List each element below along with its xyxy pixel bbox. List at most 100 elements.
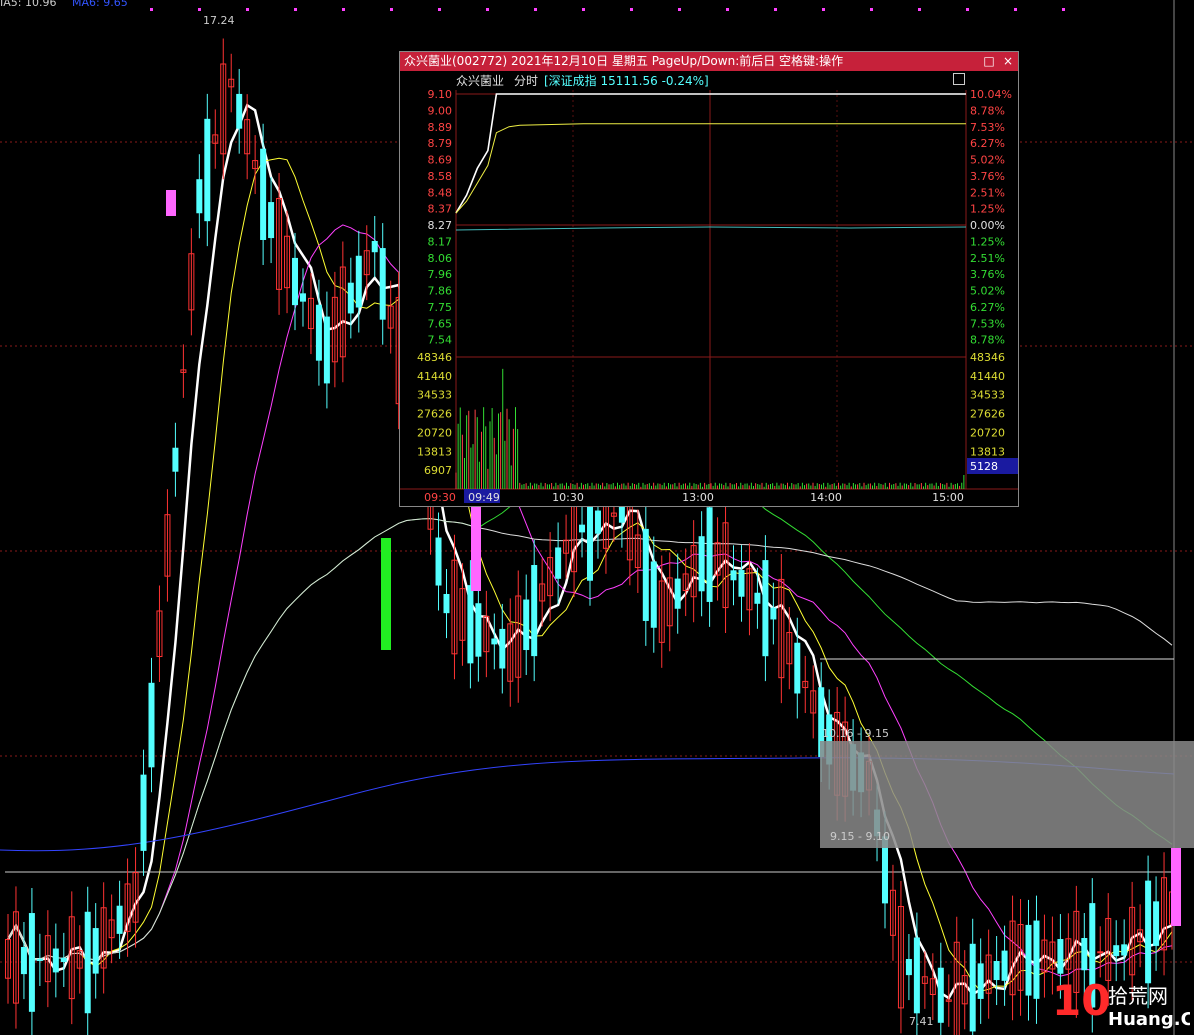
candle-body xyxy=(443,593,450,614)
candle-body xyxy=(650,561,657,628)
top-marker xyxy=(582,8,585,11)
volume-tick-right: 41440 xyxy=(970,370,1005,383)
top-marker xyxy=(198,8,201,11)
candle-body xyxy=(579,524,586,533)
zone-top-label: 10.16 - 9.15 xyxy=(822,727,889,740)
candle-body xyxy=(642,528,649,621)
price-tick: 7.96 xyxy=(428,268,453,281)
pct-tick: 2.51% xyxy=(970,252,1005,265)
svg-text:10: 10 xyxy=(1052,976,1110,1025)
candle-body xyxy=(770,607,777,620)
pct-tick: 5.02% xyxy=(970,285,1005,298)
candle-body xyxy=(467,585,474,664)
top-marker xyxy=(726,8,729,11)
top-marker xyxy=(246,8,249,11)
top-marker xyxy=(1062,8,1065,11)
candle-body xyxy=(435,537,442,586)
candle-body xyxy=(523,599,530,651)
candle-body xyxy=(905,958,912,976)
pct-tick: 7.53% xyxy=(970,317,1005,330)
candle-body xyxy=(1145,880,1152,984)
top-marker xyxy=(966,8,969,11)
volume-tick: 34533 xyxy=(417,389,452,402)
maximize-icon[interactable]: □ xyxy=(982,54,996,68)
pct-tick: 2.51% xyxy=(970,186,1005,199)
price-tick: 7.75 xyxy=(428,301,453,314)
ma10-value-label: MA6: 9.65 xyxy=(72,0,128,9)
candle-body xyxy=(52,948,59,973)
popup-title: 众兴菌业(002772) 2021年12月10日 星期五 PageUp/Down… xyxy=(404,54,844,68)
price-tick: 7.65 xyxy=(428,317,453,330)
candle-body xyxy=(594,510,601,534)
candle-body xyxy=(738,570,745,597)
candle-body xyxy=(674,578,681,609)
candle-body xyxy=(491,638,498,645)
pct-tick: 3.76% xyxy=(970,170,1005,183)
candle-body xyxy=(706,507,713,602)
candle-body xyxy=(1001,950,1008,981)
top-marker xyxy=(822,8,825,11)
pct-tick: 8.78% xyxy=(970,104,1005,117)
price-tick: 8.48 xyxy=(428,186,453,199)
volume-tick: 13813 xyxy=(417,445,452,458)
price-tick: 8.06 xyxy=(428,252,453,265)
intraday-popup[interactable]: 9.10 9.00 8.89 8.79 8.69 8.58 8.48 8.37 8.27 8.17… xyxy=(399,51,1019,507)
top-marker xyxy=(1014,8,1017,11)
volume-tick: 48346 xyxy=(417,351,452,364)
volume-tick-right: 48346 xyxy=(970,351,1005,364)
limit-up-bar xyxy=(1171,848,1181,926)
price-tick: 8.69 xyxy=(428,154,453,167)
pct-tick: 8.78% xyxy=(970,334,1005,347)
candle-body xyxy=(116,905,123,934)
close-icon[interactable]: × xyxy=(1001,54,1015,68)
time-label: 15:00 xyxy=(932,491,964,504)
svg-text:Huang.CN: Huang.CN xyxy=(1108,1009,1190,1030)
candle-body xyxy=(84,911,91,1014)
pct-tick: 1.25% xyxy=(970,235,1005,248)
top-marker xyxy=(390,8,393,11)
top-marker xyxy=(486,8,489,11)
pct-tick: 1.25% xyxy=(970,203,1005,216)
pct-tick: 3.76% xyxy=(970,268,1005,281)
price-tick: 8.89 xyxy=(428,121,453,134)
time-label: 13:00 xyxy=(682,491,714,504)
avg-price-line xyxy=(455,123,966,214)
pct-tick: 0.00% xyxy=(970,219,1005,232)
mode-label[interactable]: 分时 xyxy=(514,72,538,90)
candle-body xyxy=(1057,939,1064,974)
candle-body xyxy=(762,560,769,657)
candle-body xyxy=(531,565,538,657)
price-tick: 9.00 xyxy=(428,104,453,117)
candle-body xyxy=(140,774,147,851)
price-line xyxy=(455,93,966,214)
candle-body xyxy=(299,293,306,302)
candle-body xyxy=(204,118,211,222)
time-label: 09:30 xyxy=(424,491,456,504)
candle-body xyxy=(60,957,67,963)
watermark-logo: 10 拾荒网 Huang.CN xyxy=(1052,976,1190,1030)
volume-tick: 20720 xyxy=(417,426,452,439)
top-marker xyxy=(630,8,633,11)
candle-body xyxy=(260,148,267,240)
price-tick: 8.37 xyxy=(428,203,453,216)
candle-body xyxy=(555,547,562,579)
limit-up-bar xyxy=(166,190,176,216)
candle-body xyxy=(355,255,362,308)
candle-body xyxy=(379,248,386,320)
candle-body xyxy=(1025,924,1032,996)
candle-body xyxy=(499,628,506,669)
candle-body xyxy=(371,240,378,253)
candle-body xyxy=(347,282,354,314)
price-tick: 8.58 xyxy=(428,170,453,183)
candle-body xyxy=(913,937,920,1014)
price-tick: 8.79 xyxy=(428,137,453,150)
candle-body xyxy=(92,928,99,974)
high-price-label: 17.24 xyxy=(203,14,235,27)
low-price-label: 7.41 xyxy=(909,1015,934,1028)
panel-toggle-icon[interactable] xyxy=(953,73,965,85)
top-marker xyxy=(150,8,153,11)
candle-body xyxy=(323,316,330,384)
price-tick: 7.54 xyxy=(428,334,453,347)
time-label: 09:49 xyxy=(468,491,500,504)
popup-title-bar[interactable]: 众兴菌业(002772) 2021年12月10日 星期五 PageUp/Down… xyxy=(400,52,1018,71)
